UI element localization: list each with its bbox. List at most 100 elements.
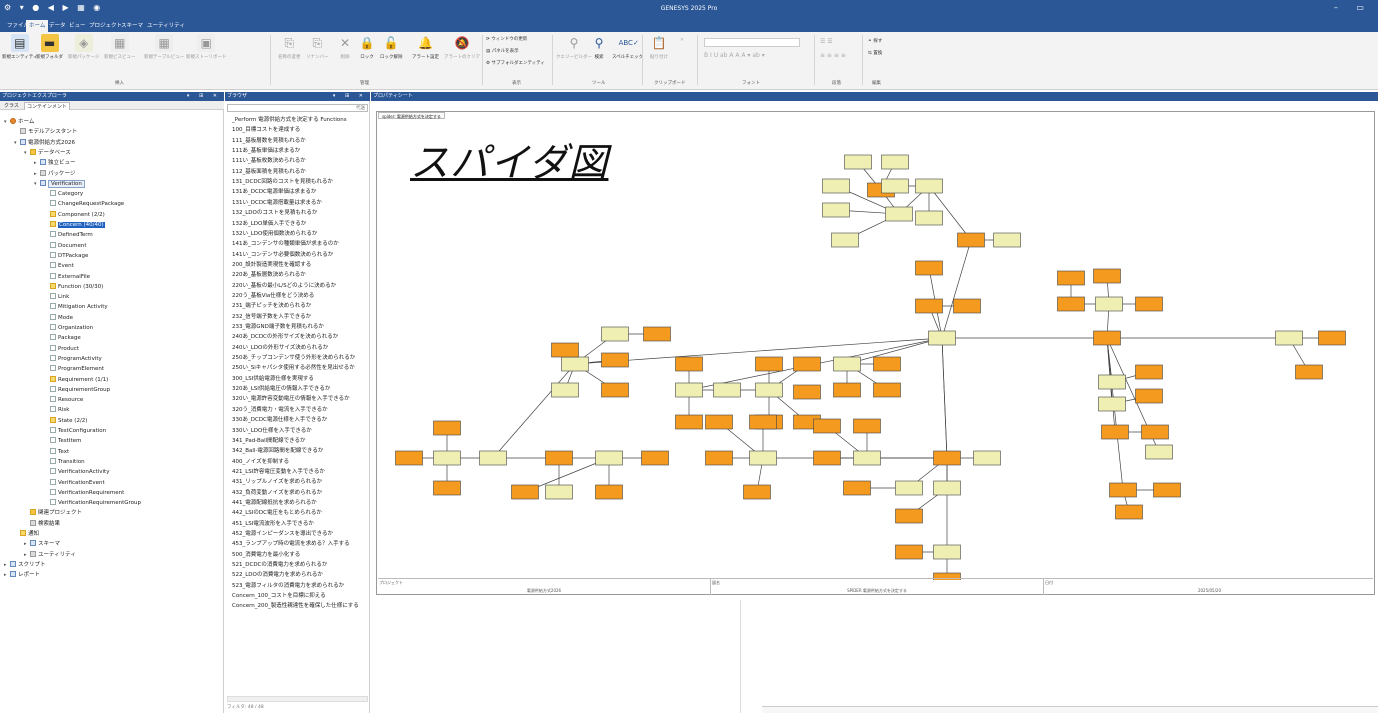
- spell-check-button[interactable]: ABC✓ スペルチェック: [612, 34, 643, 60]
- diagram-node[interactable]: [881, 154, 909, 170]
- browser-search-input[interactable]: 代送: [227, 104, 368, 112]
- font-format-icons[interactable]: B I U ab A A A ▾ ab ▾: [704, 52, 765, 59]
- list-format-icons[interactable]: ☰ ☰: [820, 38, 833, 45]
- tab-class[interactable]: クラス: [2, 102, 21, 110]
- diagram-node[interactable]: [895, 544, 923, 560]
- horizontal-scrollbar[interactable]: [227, 696, 368, 702]
- tree-item[interactable]: Requirement (1/1): [44, 375, 108, 385]
- browser-list-item[interactable]: 232_信号端子数を入手できるか: [232, 313, 311, 322]
- tree-item[interactable]: VerificationEvent: [44, 478, 105, 488]
- renumber-button[interactable]: ⎘ リナンバー: [306, 34, 329, 60]
- browser-list-item[interactable]: 320い_電源許容変動電圧の情報を入手できるか: [232, 395, 350, 404]
- diagram-node[interactable]: [433, 480, 461, 496]
- subfolder-entity-button[interactable]: ⚙ サブフォルダエンティティ: [486, 60, 545, 66]
- tree-item[interactable]: Product: [44, 344, 79, 354]
- browser-list-item[interactable]: 132_LDOのコストを見積もれるか: [232, 209, 317, 218]
- diagram-node[interactable]: [822, 202, 850, 218]
- tree-item[interactable]: Text: [44, 447, 69, 457]
- browser-list-item[interactable]: 132い_LDO使用個数決められるか: [232, 230, 317, 239]
- browser-list-item[interactable]: 442_LSIのDC電圧をもとめられるか: [232, 509, 322, 518]
- diagram-node[interactable]: [1093, 268, 1121, 284]
- browser-list-item[interactable]: 240あ_DCDCの外形サイズを決められるか: [232, 333, 338, 342]
- tree-item[interactable]: ChangeRequestPackage: [44, 200, 124, 209]
- query-builder-button[interactable]: ⚲ クエリービルダー: [556, 34, 592, 60]
- diagram-node[interactable]: [545, 484, 573, 500]
- new-package-button[interactable]: ◈ 新規パッケージ: [68, 34, 99, 60]
- diagram-node[interactable]: [479, 450, 507, 466]
- tree-item[interactable]: ▸ パッケージ: [34, 169, 75, 179]
- pane-controls[interactable]: ▾ ⊞ ✕: [187, 92, 221, 101]
- diagram-node[interactable]: [551, 382, 579, 398]
- tree-item[interactable]: VerificationRequirementGroup: [44, 499, 141, 508]
- browser-list-item[interactable]: 233_電源GND端子数を見積もれるか: [232, 323, 324, 332]
- diagram-node[interactable]: [928, 330, 956, 346]
- tree-item[interactable]: RequirementGroup: [44, 385, 110, 395]
- tree-item[interactable]: ▾ データベース: [24, 148, 71, 158]
- diagram-node[interactable]: [601, 326, 629, 342]
- diagram-node[interactable]: [1295, 364, 1323, 380]
- tree-item[interactable]: Organization: [44, 324, 93, 333]
- diagram-node[interactable]: [749, 414, 777, 430]
- diagram-node[interactable]: [675, 356, 703, 372]
- tree-item[interactable]: Mode: [44, 313, 73, 323]
- tree-item[interactable]: Concern (40/40): [44, 221, 105, 230]
- lock-button[interactable]: 🔒 ロック: [358, 34, 376, 60]
- tree-item[interactable]: Component (2/2): [44, 210, 105, 220]
- browser-list-item[interactable]: 220い_基板の最小L/Sどのように決めるか: [232, 282, 336, 291]
- browser-list-item[interactable]: 100_目標コストを達成する: [232, 126, 300, 135]
- diagram-node[interactable]: [873, 356, 901, 372]
- search-button[interactable]: ⚲ 検索: [590, 34, 608, 60]
- browser-list-item[interactable]: 141い_コンデンサ必要個数決められるか: [232, 251, 333, 260]
- diagram-node[interactable]: [1095, 296, 1123, 312]
- tree-item[interactable]: Transition: [44, 457, 85, 467]
- diagram-node[interactable]: [973, 450, 1001, 466]
- tab-containment[interactable]: コンテインメント: [24, 102, 70, 110]
- diagram-node[interactable]: [1318, 330, 1346, 346]
- diagram-node[interactable]: [1153, 482, 1181, 498]
- diagram-node[interactable]: [844, 154, 872, 170]
- new-viewpoint-button[interactable]: ▦ 新規ビスビュー: [104, 34, 136, 60]
- new-entity-button[interactable]: ▤ 新規エンティティ: [2, 34, 37, 60]
- browser-list-item[interactable]: 112_基板面積を見積もれるか: [232, 168, 306, 177]
- diagram-node[interactable]: [1115, 504, 1143, 520]
- tree-item[interactable]: VerificationActivity: [44, 468, 109, 477]
- diagram-node[interactable]: [755, 382, 783, 398]
- tab-utility[interactable]: ユーティリティ: [144, 20, 188, 32]
- clear-alert-button[interactable]: 🔕 アラートのクリア: [444, 34, 480, 60]
- diagram-node[interactable]: [551, 342, 579, 358]
- browser-list-item[interactable]: 500_消費電力を最小化する: [232, 551, 300, 560]
- diagram-node[interactable]: [595, 450, 623, 466]
- browser-list-item[interactable]: 111い_基板枚数決められるか: [232, 157, 306, 166]
- tree-item[interactable]: 検索結果: [24, 519, 60, 529]
- diagram-node[interactable]: [915, 260, 943, 276]
- diagram-node[interactable]: [933, 544, 961, 560]
- tree-item[interactable]: Link: [44, 293, 69, 302]
- diagram-node[interactable]: [643, 326, 671, 342]
- diagram-node[interactable]: [1109, 482, 1137, 498]
- browser-list-item[interactable]: 521_DCDCの消費電力を求められるか: [232, 561, 327, 570]
- diagram-node[interactable]: [957, 232, 985, 248]
- diagram-node[interactable]: [1098, 374, 1126, 390]
- tree-item[interactable]: Risk: [44, 406, 69, 415]
- browser-list-item[interactable]: 231_端子ピッチを決められるか: [232, 302, 311, 311]
- browser-list-item[interactable]: _Perform 電源供給方式を決定する Functions: [232, 116, 347, 125]
- diagram-node[interactable]: [1135, 296, 1163, 312]
- diagram-node[interactable]: [885, 206, 913, 222]
- browser-list-item[interactable]: 330あ_DCDC電源仕様を入手できるか: [232, 416, 327, 425]
- delete-button[interactable]: ✕ 削除: [336, 34, 354, 60]
- tree-item[interactable]: モデルアシスタント: [14, 128, 77, 137]
- tree-item[interactable]: Resource: [44, 396, 83, 405]
- diagram-node[interactable]: [843, 480, 871, 496]
- diagram-node[interactable]: [713, 382, 741, 398]
- browser-list-item[interactable]: 220う_基板Via仕様をどう決める: [232, 292, 314, 301]
- browser-list-item[interactable]: 431_リップルノイズを求められるか: [232, 478, 322, 487]
- browser-list-item[interactable]: 131い_DCDC電源搭載量は求まるか: [232, 199, 322, 208]
- tree-item[interactable]: ▸ スキーマ: [24, 540, 60, 549]
- browser-list-item[interactable]: 452_電源インピーダンスを導出できるか: [232, 530, 333, 539]
- diagram-node[interactable]: [993, 232, 1021, 248]
- tree-item[interactable]: Function (30/30): [44, 282, 103, 292]
- browser-list-item[interactable]: 522_LDOの消費電力を求められるか: [232, 571, 323, 580]
- diagram-node[interactable]: [915, 298, 943, 314]
- tree-item[interactable]: ▸ スクリプト: [4, 560, 46, 570]
- diagram-node[interactable]: [561, 356, 589, 372]
